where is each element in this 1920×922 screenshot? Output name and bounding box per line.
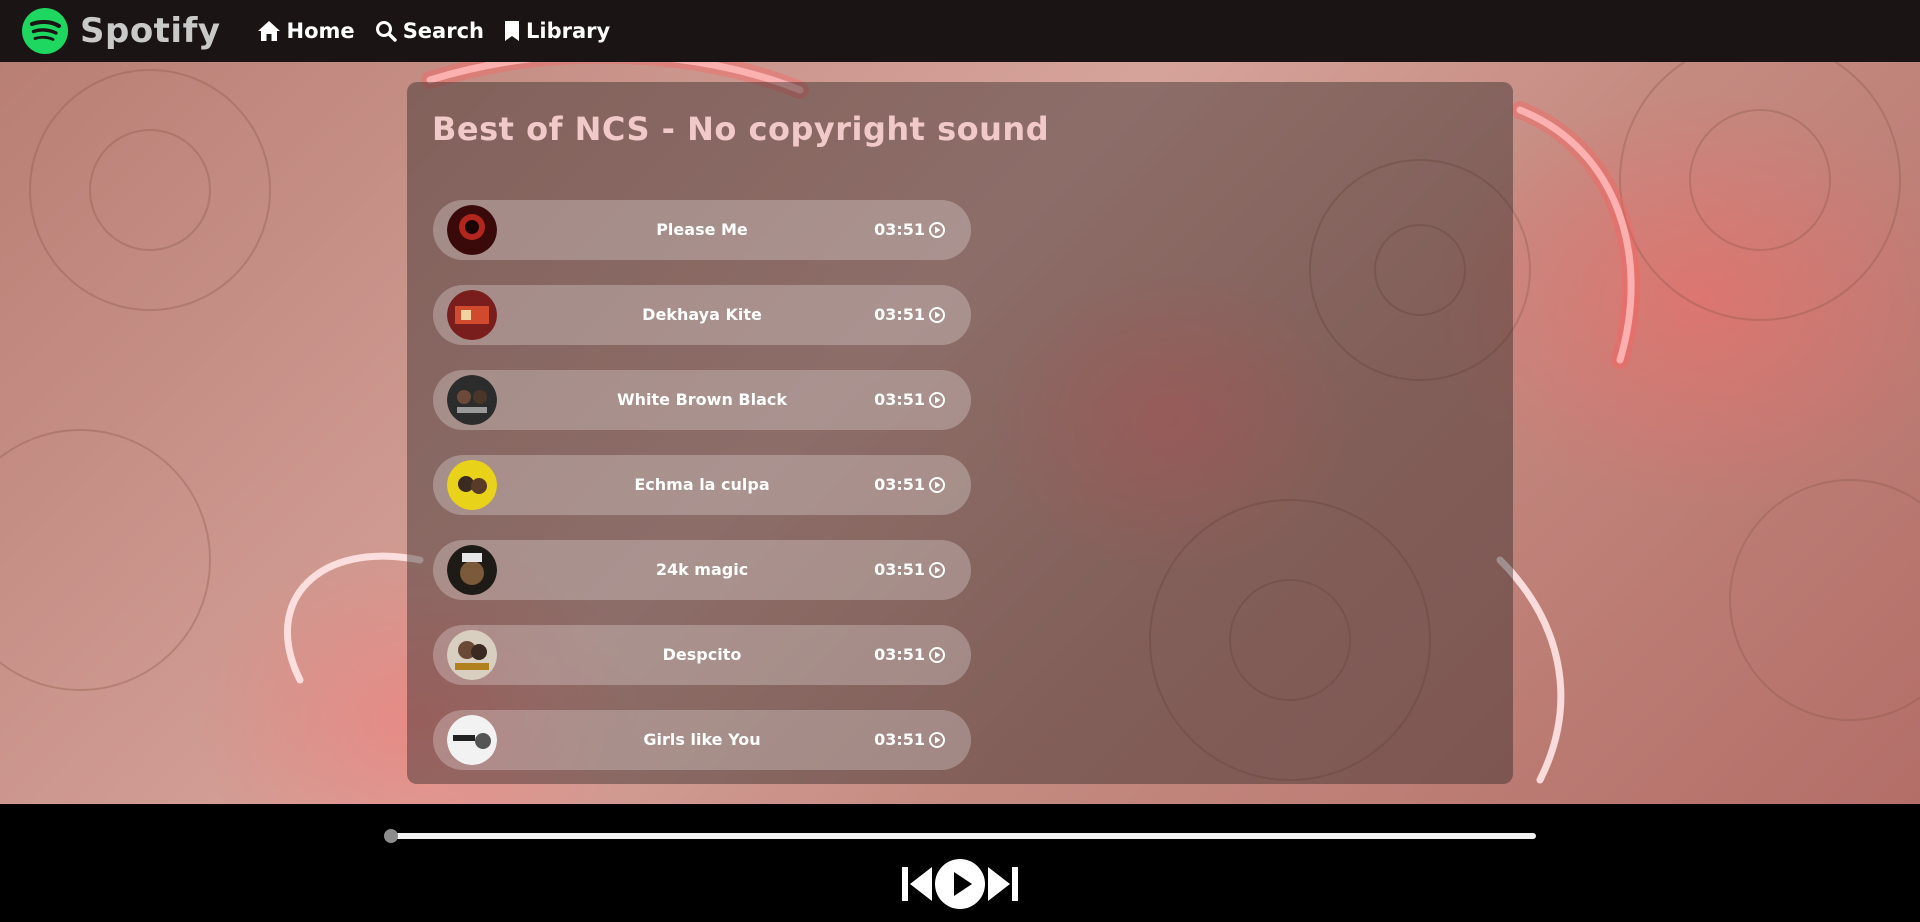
progress-bar[interactable] [384,829,1536,843]
player-bar [0,804,1920,922]
song-duration-text: 03:51 [874,390,925,409]
nav-search[interactable]: Search [375,19,484,43]
song-duration-text: 03:51 [874,560,925,579]
nav-library-label: Library [525,19,611,43]
song-duration-text: 03:51 [874,220,925,239]
spotify-logo-icon [22,8,68,54]
nav-home[interactable]: Home [257,19,355,43]
search-icon [375,21,397,42]
next-icon[interactable] [986,864,1020,904]
song-item[interactable]: White Brown Black 03:51 [433,370,971,430]
bookmark-icon [504,21,519,41]
song-duration: 03:51 [874,710,945,770]
brand[interactable]: Spotify [22,8,221,54]
song-duration-text: 03:51 [874,730,925,749]
song-item[interactable]: 24k magic 03:51 [433,540,971,600]
previous-icon[interactable] [900,864,934,904]
top-navbar: Spotify Home Search Library [0,0,1920,62]
playback-controls [900,858,1020,910]
playlist-title: Best of NCS - No copyright sound [432,110,1050,148]
song-item[interactable]: Dekhaya Kite 03:51 [433,285,971,345]
play-circle-icon[interactable] [929,562,945,578]
play-circle-icon[interactable] [929,222,945,238]
song-duration: 03:51 [874,200,945,260]
nav-home-label: Home [286,19,355,43]
song-duration: 03:51 [874,625,945,685]
nav-library[interactable]: Library [504,19,610,43]
nav-search-label: Search [402,19,484,43]
play-circle-icon[interactable] [929,647,945,663]
progress-handle[interactable] [384,829,398,843]
play-circle-icon[interactable] [929,732,945,748]
home-icon [257,21,280,41]
song-item[interactable]: Echma la culpa 03:51 [433,455,971,515]
play-icon[interactable] [934,858,986,910]
play-circle-icon[interactable] [929,392,945,408]
song-duration-text: 03:51 [874,645,925,664]
play-circle-icon[interactable] [929,477,945,493]
song-duration-text: 03:51 [874,475,925,494]
song-item[interactable]: Despcito 03:51 [433,625,971,685]
song-item[interactable]: Girls like You 03:51 [433,710,971,770]
song-duration-text: 03:51 [874,305,925,324]
song-duration: 03:51 [874,285,945,345]
play-circle-icon[interactable] [929,307,945,323]
brand-name: Spotify [80,11,221,51]
song-item[interactable]: Please Me 03:51 [433,200,971,260]
song-duration: 03:51 [874,370,945,430]
song-duration: 03:51 [874,455,945,515]
playlist-panel: Best of NCS - No copyright sound Please … [407,82,1513,784]
song-duration: 03:51 [874,540,945,600]
